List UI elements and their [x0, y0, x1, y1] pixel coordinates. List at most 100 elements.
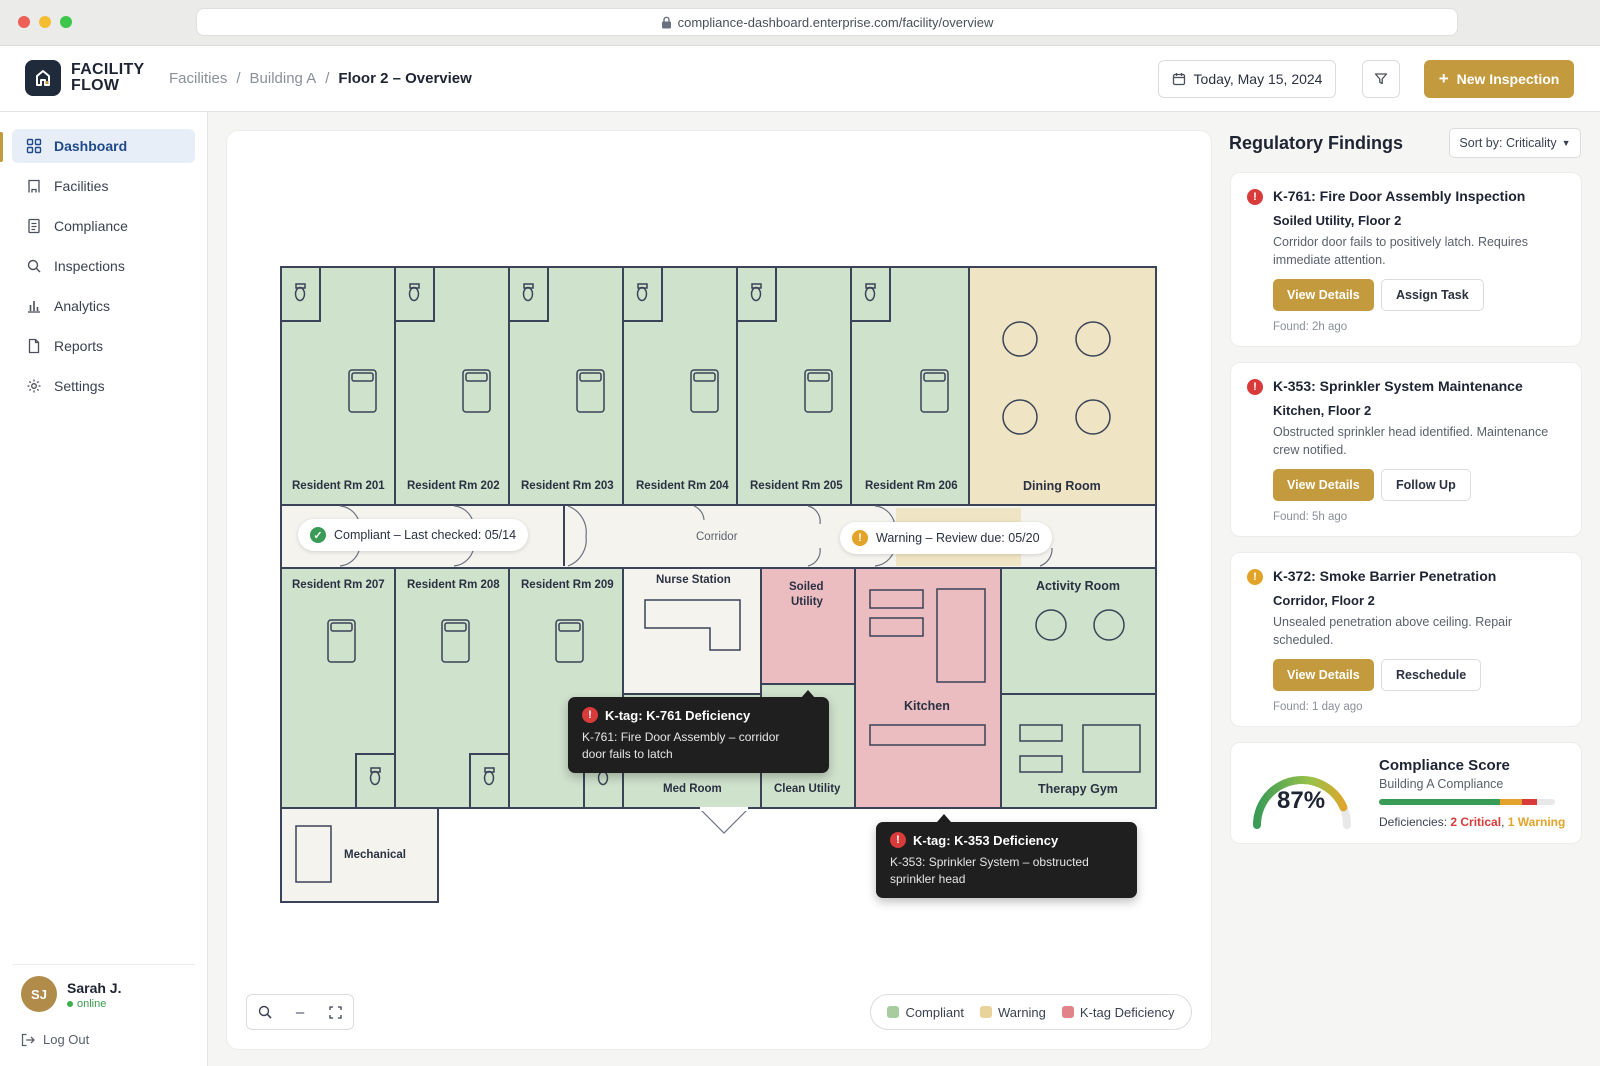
date-label: Today, May 15, 2024: [1193, 71, 1323, 87]
alert-icon: !: [582, 707, 598, 723]
warning-status-chip[interactable]: ! Warning – Review due: 05/20: [840, 522, 1052, 554]
lock-icon: [661, 16, 671, 28]
avatar[interactable]: SJ: [21, 976, 57, 1012]
findings-title: Regulatory Findings: [1229, 133, 1404, 153]
sidebar-item-settings[interactable]: Settings: [12, 369, 195, 403]
sidebar-item-label: Reports: [54, 338, 104, 354]
house-logo-icon: [36, 70, 50, 86]
room-label: Resident Rm 209: [521, 579, 614, 591]
room-label: Resident Rm 203: [521, 480, 614, 492]
bar-chart-icon: [28, 301, 40, 313]
breadcrumb-separator: /: [325, 70, 330, 87]
k353-tooltip: ! K-tag: K-353 Deficiency K-353: Sprinkle…: [876, 822, 1137, 898]
view-details-button[interactable]: View Details: [1273, 659, 1374, 691]
new-inspection-button[interactable]: + New Inspection: [1424, 60, 1574, 98]
breadcrumb-facilities[interactable]: Facilities: [169, 70, 227, 87]
expand-icon: [329, 1005, 342, 1019]
file-icon: [28, 338, 40, 354]
sidebar-item-reports[interactable]: Reports: [12, 329, 195, 363]
deficiency-separator: ,: [1501, 815, 1505, 829]
logout-link[interactable]: Log Out: [21, 1032, 89, 1047]
calendar-icon: [1172, 73, 1185, 86]
sidebar-item-facilities[interactable]: Facilities: [12, 169, 195, 203]
clipboard-icon: [28, 218, 40, 234]
view-details-button[interactable]: View Details: [1273, 279, 1374, 311]
room-label: Utility: [791, 596, 823, 608]
finding-card[interactable]: ! K-372: Smoke Barrier Penetration Corri…: [1230, 552, 1582, 727]
breadcrumb: Facilities / Building A / Floor 2 – Over…: [169, 70, 472, 87]
fit-screen-button[interactable]: [318, 995, 353, 1029]
filter-button[interactable]: [1362, 60, 1400, 98]
critical-icon: !: [1247, 379, 1263, 395]
check-icon: ✓: [310, 527, 326, 543]
sidebar-item-compliance[interactable]: Compliance: [12, 209, 195, 243]
zoom-in-button[interactable]: [247, 995, 282, 1029]
nurse-station[interactable]: [622, 567, 762, 695]
app-name: FACILITY FLOW: [71, 61, 145, 94]
plus-icon: +: [1438, 69, 1449, 88]
address-bar[interactable]: compliance-dashboard.enterprise.com/faci…: [196, 8, 1458, 36]
reschedule-button[interactable]: Reschedule: [1381, 659, 1482, 691]
window-close-button[interactable]: [18, 16, 30, 28]
bathroom: [736, 266, 777, 322]
window-minimize-button[interactable]: [39, 16, 51, 28]
sidebar-item-inspections[interactable]: Inspections: [12, 249, 195, 283]
view-details-button[interactable]: View Details: [1273, 469, 1374, 501]
url-text: compliance-dashboard.enterprise.com/faci…: [677, 14, 994, 30]
zoom-out-button[interactable]: –: [282, 995, 317, 1029]
legend-item-warning: Warning: [979, 1005, 1046, 1020]
tooltip-text: K-761: Fire Door Assembly – corridor: [582, 730, 780, 744]
score-subtitle: Building A Compliance: [1379, 777, 1504, 791]
room-label: Resident Rm 207: [292, 579, 385, 591]
new-inspection-label: New Inspection: [1456, 71, 1560, 87]
room-label: Resident Rm 204: [636, 480, 729, 492]
score-bar-critical: [1521, 799, 1538, 805]
tooltip-text: sprinkler head: [890, 872, 966, 886]
score-bar-warning: [1500, 799, 1522, 805]
online-dot-icon: [67, 1001, 73, 1007]
finding-card[interactable]: ! K-353: Sprinkler System Maintenance Ki…: [1230, 362, 1582, 537]
date-picker-button[interactable]: Today, May 15, 2024: [1158, 60, 1336, 98]
sidebar-item-dashboard[interactable]: Dashboard: [12, 129, 195, 163]
warning-icon: !: [1247, 569, 1263, 585]
sidebar-item-analytics[interactable]: Analytics: [12, 289, 195, 323]
legend-item-compliant: Compliant: [887, 1005, 964, 1020]
score-bar: [1379, 799, 1555, 805]
room-label: Activity Room: [1036, 579, 1121, 593]
room-label: Resident Rm 201: [292, 480, 385, 492]
score-title: Compliance Score: [1379, 757, 1510, 774]
dining-room[interactable]: [968, 266, 1157, 506]
logout-label: Log Out: [43, 1032, 90, 1047]
sidebar-item-label: Dashboard: [54, 138, 128, 154]
kitchen[interactable]: [854, 567, 1002, 809]
room-label: Resident Rm 205: [750, 480, 843, 492]
finding-location: Kitchen, Floor 2: [1273, 403, 1372, 418]
logout-icon: [21, 1033, 35, 1046]
bathroom: [394, 266, 435, 322]
legend-swatch: [1061, 1005, 1074, 1018]
user-status: online: [67, 998, 106, 1010]
room-label: Resident Rm 202: [407, 480, 500, 492]
window-maximize-button[interactable]: [60, 16, 72, 28]
sort-dropdown[interactable]: Sort by: Criticality ▼: [1449, 128, 1581, 158]
found-time: Found: 2h ago: [1273, 321, 1348, 333]
tooltip-text: K-353: Sprinkler System – obstructed: [890, 855, 1089, 869]
finding-description: Obstructed sprinkler head identified. Ma…: [1273, 425, 1549, 457]
finding-title: K-761: Fire Door Assembly Inspection: [1273, 188, 1526, 204]
sidebar-item-label: Compliance: [54, 218, 128, 234]
finding-card[interactable]: ! K-761: Fire Door Assembly Inspection S…: [1230, 172, 1582, 347]
warning-chip-text: Warning – Review due: 05/20: [876, 531, 1040, 545]
finding-title: K-372: Smoke Barrier Penetration: [1273, 568, 1497, 584]
finding-location: Soiled Utility, Floor 2: [1273, 213, 1402, 228]
app-logo[interactable]: [25, 60, 61, 96]
zoom-controls: –: [246, 994, 354, 1030]
warning-icon: !: [852, 530, 868, 546]
follow-up-button[interactable]: Follow Up: [1381, 469, 1471, 501]
breadcrumb-building[interactable]: Building A: [250, 70, 317, 87]
assign-task-button[interactable]: Assign Task: [1381, 279, 1484, 311]
map-legend: Compliant Warning K-tag Deficiency: [870, 994, 1192, 1030]
compliant-status-chip[interactable]: ✓ Compliant – Last checked: 05/14: [298, 519, 529, 551]
compliance-score-card[interactable]: 87% Compliance Score Building A Complian…: [1230, 742, 1582, 844]
legend-item-deficiency: K-tag Deficiency: [1061, 1005, 1175, 1020]
gear-icon: [27, 379, 41, 393]
